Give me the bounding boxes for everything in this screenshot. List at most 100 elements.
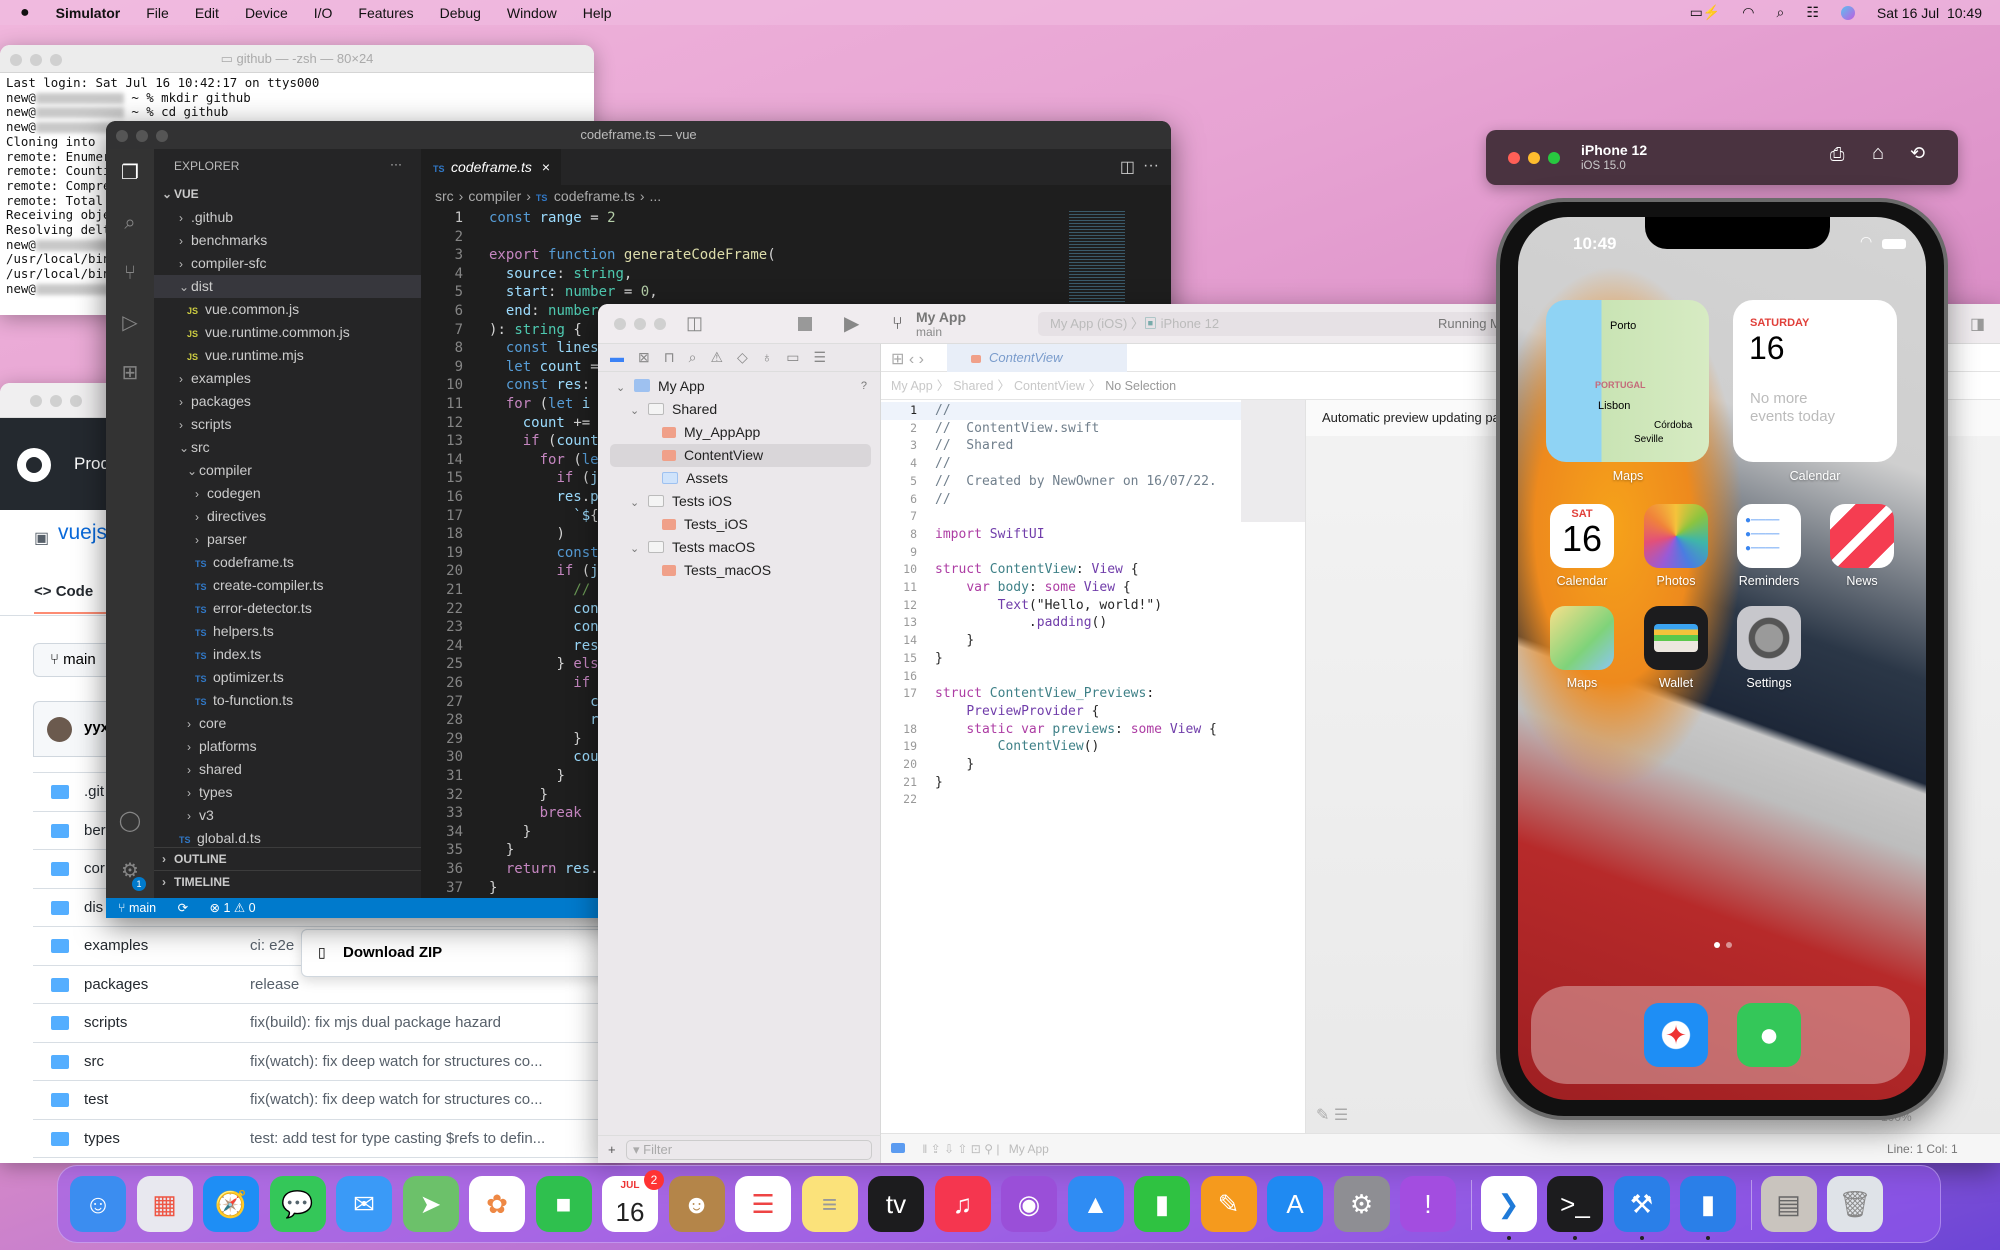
close-button[interactable] bbox=[1508, 152, 1520, 164]
add-file-button[interactable]: + bbox=[608, 1142, 616, 1157]
source-control-icon[interactable]: ⑂ bbox=[118, 261, 142, 285]
page-dots[interactable] bbox=[1714, 942, 1734, 948]
app-icon-settings[interactable] bbox=[1737, 606, 1801, 670]
jump-bar-item[interactable]: ContentView bbox=[1014, 379, 1085, 393]
tree-item[interactable]: › platforms bbox=[154, 735, 421, 758]
dock-app-store[interactable]: A bbox=[1267, 1176, 1323, 1232]
breadcrumb-item[interactable]: codeframe.ts bbox=[554, 188, 635, 204]
tree-item[interactable]: TS index.ts bbox=[154, 643, 421, 666]
account-icon[interactable]: ◯ bbox=[118, 809, 142, 833]
minimize-button[interactable] bbox=[30, 54, 42, 66]
status-branch[interactable]: ⑂ main bbox=[118, 901, 156, 915]
app-icon-calendar[interactable]: SAT 16 bbox=[1550, 504, 1614, 568]
dock-reminders[interactable]: ☰ bbox=[735, 1176, 791, 1232]
siri-icon[interactable] bbox=[1840, 5, 1855, 20]
dock-simulator[interactable]: ▮ bbox=[1680, 1176, 1736, 1232]
dock-terminal[interactable]: >_ bbox=[1547, 1176, 1603, 1232]
file-name-link[interactable]: src bbox=[84, 1053, 104, 1070]
terminal-titlebar[interactable]: ▭ github — -zsh — 80×24 bbox=[0, 45, 594, 73]
file-row[interactable]: types test: add test for type casting $re… bbox=[33, 1118, 620, 1157]
tree-item[interactable]: ⌄ src bbox=[154, 436, 421, 459]
tree-item[interactable]: › shared bbox=[154, 758, 421, 781]
control-center-icon[interactable]: ☷ bbox=[1806, 4, 1819, 21]
navigator-tabs[interactable]: ▬⊠⊓⌕⚠◇♁▭☰ bbox=[598, 344, 880, 372]
minimize-button[interactable] bbox=[1528, 152, 1540, 164]
app-icon-wallet[interactable] bbox=[1644, 606, 1708, 670]
dock-launchpad[interactable]: ▦ bbox=[136, 1176, 193, 1232]
dock-maps[interactable]: ➤ bbox=[402, 1176, 459, 1232]
file-name-link[interactable]: scripts bbox=[84, 1014, 127, 1031]
github-logo-icon[interactable] bbox=[17, 448, 51, 482]
file-name-link[interactable]: .git bbox=[84, 783, 104, 800]
navigator-item[interactable]: ContentView bbox=[610, 444, 871, 467]
explorer-icon[interactable]: ❐ bbox=[118, 161, 142, 185]
file-name-link[interactable]: examples bbox=[84, 937, 148, 954]
dock-music[interactable]: ♫ bbox=[934, 1176, 991, 1232]
editor-more-icon[interactable]: ··· bbox=[1143, 157, 1159, 175]
menu-app-name[interactable]: Simulator bbox=[56, 5, 121, 21]
minimap[interactable] bbox=[1069, 209, 1125, 319]
app-icon-news[interactable] bbox=[1830, 504, 1894, 568]
dock-pages[interactable]: ✎ bbox=[1200, 1176, 1257, 1232]
navigator-item[interactable]: ⌄ Shared bbox=[598, 398, 881, 421]
tree-item[interactable]: TS error-detector.ts bbox=[154, 597, 421, 620]
vscode-titlebar[interactable]: codeframe.ts — vue bbox=[106, 121, 1171, 149]
navigator-toggle-icon[interactable]: ◫ bbox=[686, 313, 703, 334]
download-zip-button[interactable]: Download ZIP bbox=[343, 944, 442, 961]
menu-time[interactable]: 10:49 bbox=[1947, 5, 1982, 21]
tree-item[interactable]: › directives bbox=[154, 505, 421, 528]
debug-controls[interactable]: ‖ ⇪ ⇩ ⇧ ⊡ ⚲ | bbox=[922, 1142, 999, 1156]
menu-edit[interactable]: Edit bbox=[195, 5, 219, 21]
tree-item[interactable]: JS vue.runtime.mjs bbox=[154, 344, 421, 367]
tree-item[interactable]: TS create-compiler.ts bbox=[154, 574, 421, 597]
tree-item[interactable]: › .github bbox=[154, 206, 421, 229]
navigator-item[interactable]: ⌄ Tests iOS bbox=[598, 490, 881, 513]
menu-device[interactable]: Device bbox=[245, 5, 288, 21]
tree-item[interactable]: › packages bbox=[154, 390, 421, 413]
explorer-more-button[interactable]: ··· bbox=[390, 157, 402, 171]
filter-input[interactable]: ▾ Filter bbox=[626, 1140, 872, 1160]
wifi-icon[interactable]: ◠ bbox=[1742, 4, 1754, 21]
jump-bar-item[interactable]: No Selection bbox=[1105, 379, 1176, 393]
commit-message-link[interactable]: fix(watch): fix deep watch for structure… bbox=[250, 1091, 543, 1108]
menu-features[interactable]: Features bbox=[358, 5, 413, 21]
file-name-link[interactable]: packages bbox=[84, 976, 148, 993]
app-icon-photos[interactable] bbox=[1644, 504, 1708, 568]
dock-xcode-beta[interactable]: ⚒ bbox=[1613, 1176, 1670, 1232]
navigator-item[interactable]: ⌄ Tests macOS bbox=[598, 536, 881, 559]
dock-photos[interactable]: ✿ bbox=[469, 1176, 525, 1232]
dock-visual-studio-code[interactable]: ❯ bbox=[1480, 1176, 1537, 1232]
menu-date[interactable]: Sat 16 Jul bbox=[1877, 5, 1939, 21]
avatar[interactable] bbox=[47, 717, 72, 742]
navigator-item[interactable]: Tests_iOS bbox=[598, 513, 881, 536]
home-icon[interactable]: ⌂ bbox=[1872, 142, 1884, 165]
nav-product[interactable]: Prod bbox=[74, 454, 110, 474]
zoom-button[interactable] bbox=[1548, 152, 1560, 164]
dock-podcasts[interactable]: ◉ bbox=[1001, 1176, 1057, 1232]
dock-safari[interactable]: 🧭 bbox=[203, 1176, 259, 1232]
dock-contacts[interactable]: ☻ bbox=[668, 1176, 725, 1232]
spotlight-search-icon[interactable]: ⌕ bbox=[1777, 4, 1785, 21]
file-row[interactable]: test fix(watch): fix deep watch for struc… bbox=[33, 1080, 620, 1118]
search-icon[interactable]: ⌕ bbox=[118, 211, 142, 235]
commit-message-link[interactable]: fix(watch): fix deep watch for structure… bbox=[250, 1053, 543, 1070]
stop-button[interactable] bbox=[798, 317, 812, 331]
tree-item[interactable]: TS helpers.ts bbox=[154, 620, 421, 643]
navigator-item[interactable]: Tests_macOS bbox=[598, 559, 881, 582]
tree-root-vue[interactable]: ⌄ VUE bbox=[154, 183, 421, 206]
related-items-icon[interactable]: ⊞ ‹ › bbox=[891, 349, 924, 369]
navigator-item[interactable]: Assets bbox=[598, 467, 881, 490]
menu-debug[interactable]: Debug bbox=[440, 5, 481, 21]
dock-app-messages[interactable]: ● bbox=[1737, 1003, 1801, 1067]
battery-icon[interactable]: ▭⚡ bbox=[1690, 4, 1721, 21]
menu-io[interactable]: I/O bbox=[314, 5, 333, 21]
menu-file[interactable]: File bbox=[146, 5, 169, 21]
dock-downloads[interactable]: ▤ bbox=[1760, 1176, 1817, 1232]
iphone-screen[interactable]: 10:49 ◠ Porto PORTUGAL Lisbon Córdoba Se… bbox=[1518, 217, 1926, 1100]
file-name-link[interactable]: test bbox=[84, 1091, 108, 1108]
close-button[interactable] bbox=[10, 54, 22, 66]
dock-system-preferences[interactable]: ⚙ bbox=[1333, 1176, 1390, 1232]
tree-item[interactable]: › scripts bbox=[154, 413, 421, 436]
screenshot-icon[interactable]: ⎙ bbox=[1830, 144, 1844, 165]
tree-item[interactable]: › v3 bbox=[154, 804, 421, 827]
